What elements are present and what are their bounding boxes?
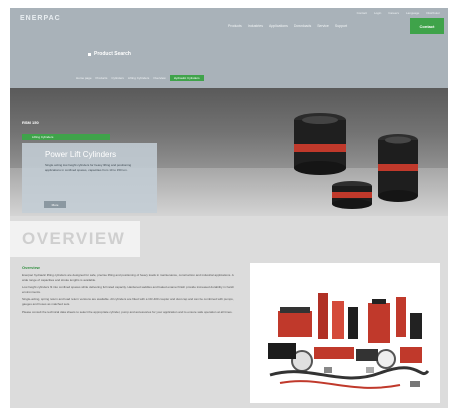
hero-title: Power Lift Cylinders (45, 150, 117, 159)
contact-button[interactable]: Contact (410, 18, 444, 34)
breadcrumb: Home page Products Cylinders Lifting Cyl… (10, 73, 448, 83)
hero-more-button[interactable]: More (44, 201, 66, 208)
breadcrumb-item[interactable]: Cylinders (111, 76, 124, 80)
nav-item-downloads[interactable]: Downloads (294, 24, 311, 28)
hero-description: Single acting low height cylinders for h… (45, 163, 132, 172)
breadcrumb-item[interactable]: Home page (76, 76, 92, 80)
breadcrumb-item[interactable]: Products (96, 76, 108, 80)
site-header: ENERPAC Contact Login Careers Language D… (10, 8, 448, 88)
hero-category-bar[interactable]: Lifting Cylinders (22, 134, 110, 140)
page-title-text: Product Search (94, 51, 131, 57)
top-link-distributor[interactable]: Distributor (426, 11, 440, 15)
top-link-language[interactable]: Language (406, 11, 419, 15)
breadcrumb-item-active[interactable]: Hydraulic Cylinders (169, 75, 204, 81)
nav-item-products[interactable]: Products (228, 24, 242, 28)
overview-body: Enerpac hydraulic lifting cylinders are … (22, 273, 240, 317)
breadcrumb-item[interactable]: Overview (153, 76, 166, 80)
square-bullet-icon (88, 52, 91, 56)
nav-item-applications[interactable]: Applications (269, 24, 288, 28)
hero-tag: RSM 150 (22, 120, 39, 125)
overview-heading: OVERVIEW (10, 221, 140, 257)
product-image-box (250, 263, 440, 403)
product-collection-image (268, 293, 430, 389)
overview-paragraph: Enerpac hydraulic lifting cylinders are … (22, 273, 234, 282)
top-link-careers[interactable]: Careers (388, 11, 399, 15)
nav-item-support[interactable]: Support (335, 24, 347, 28)
overview-subtitle: Overview (22, 265, 40, 270)
breadcrumb-item[interactable]: Lifting Cylinders (128, 76, 149, 80)
logo[interactable]: ENERPAC (20, 15, 61, 22)
main-nav: Products Industries Applications Downloa… (228, 24, 347, 28)
overview-title: OVERVIEW (22, 229, 126, 248)
page-frame: ENERPAC Contact Login Careers Language D… (10, 8, 448, 408)
top-link-login[interactable]: Login (374, 11, 381, 15)
page-title: Product Search (88, 51, 131, 57)
hero-card: Power Lift Cylinders Single acting low h… (22, 143, 157, 213)
overview-paragraph: Single-acting, spring return and load re… (22, 297, 234, 306)
hero-banner: RSM 150 Lifting Cylinders Power Lift Cyl… (10, 88, 448, 216)
overview-paragraph: Please consult the technical data sheets… (22, 309, 233, 314)
top-link-contact[interactable]: Contact (357, 11, 367, 15)
nav-item-industries[interactable]: Industries (248, 24, 263, 28)
nav-item-service[interactable]: Service (317, 24, 329, 28)
overview-paragraph: Low height cylinders fit into confined s… (22, 285, 235, 294)
cylinders-image (294, 113, 418, 209)
top-links: Contact Login Careers Language Distribut… (357, 11, 440, 15)
